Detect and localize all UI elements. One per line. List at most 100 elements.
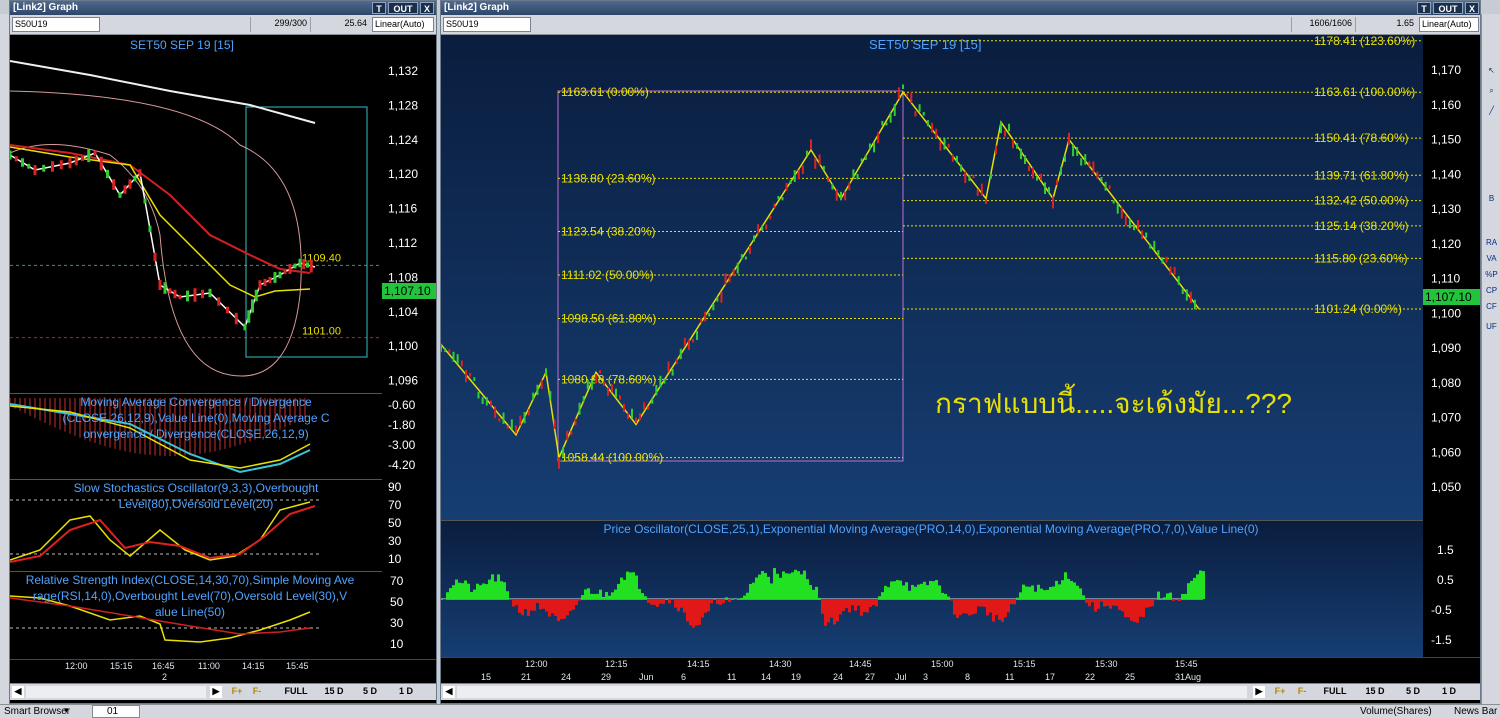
candle (21, 158, 24, 167)
osc-bar (1082, 595, 1085, 599)
scroll-left-button[interactable]: ◀ (443, 686, 455, 698)
right-price-axis[interactable]: 1,170 1,160 1,150 1,140 1,130 1,120 1,110 1,100… (1423, 35, 1480, 520)
osc-bar (491, 574, 494, 599)
tool-va[interactable]: VA (1484, 252, 1499, 266)
nav-15d[interactable]: 15 D (1361, 686, 1389, 698)
osc-bar (647, 599, 650, 603)
osc-bar (809, 585, 812, 599)
osc-tick: -0.5 (1431, 603, 1452, 617)
date-tick: 27 (865, 672, 875, 682)
date-tick: Jul (895, 672, 907, 682)
candle (805, 150, 808, 156)
osc-bar (611, 592, 614, 599)
candle (1161, 257, 1164, 264)
close-button[interactable]: X (1465, 2, 1479, 14)
candle (623, 403, 625, 412)
tool-line-icon[interactable]: ╱ (1484, 104, 1499, 118)
candle (881, 120, 884, 126)
candle (864, 154, 867, 161)
osc-bar (668, 599, 671, 604)
candle (490, 400, 492, 407)
nav-5d[interactable]: 5 D (358, 686, 382, 698)
tool-ra[interactable]: RA (1484, 236, 1499, 250)
tool-cf[interactable]: CF (1484, 300, 1499, 314)
nav-full[interactable]: FULL (1321, 686, 1349, 698)
scale-combo[interactable]: Linear(Auto) (1419, 17, 1479, 32)
price-tick: 1,160 (1431, 98, 1461, 112)
nav-full[interactable]: FULL (282, 686, 310, 698)
osc-bar (728, 599, 731, 602)
left-time-axis: 12:00 15:15 16:45 11:00 14:15 15:45 2 (10, 659, 436, 683)
osc-bar (1157, 591, 1160, 599)
t-button[interactable]: T (372, 2, 386, 14)
out-button[interactable]: OUT (388, 2, 418, 14)
osc-bar (1016, 597, 1019, 599)
smart-browser-label[interactable]: Smart Browser (4, 706, 70, 717)
macd-tick: -1.80 (388, 418, 416, 432)
tool-cursor-icon[interactable]: ↖ (1484, 64, 1499, 78)
candle (675, 358, 678, 365)
news-bar-label[interactable]: News Bar (1454, 706, 1497, 717)
tool-zoom-icon[interactable]: ⌕ (1484, 84, 1499, 98)
candle (939, 141, 942, 151)
scrollbar-track[interactable] (457, 686, 1247, 698)
nav-1d[interactable]: 1 D (1437, 686, 1461, 698)
zoom-in-icon[interactable]: F+ (228, 686, 246, 698)
candle (536, 384, 539, 396)
zoom-in-icon[interactable]: F+ (1271, 686, 1289, 698)
scale-combo[interactable]: Linear(Auto) (372, 17, 434, 32)
out-button[interactable]: OUT (1433, 2, 1463, 14)
scrollbar-track[interactable] (26, 686, 206, 698)
ma-yellow (10, 146, 311, 298)
osc-bar (1022, 584, 1025, 599)
candle (1000, 122, 1002, 134)
tool-b[interactable]: B (1484, 192, 1499, 206)
osc-bar (590, 593, 593, 599)
tool-cp[interactable]: CP (1484, 284, 1499, 298)
candle (728, 273, 731, 283)
candle (138, 169, 142, 177)
left-stoch-panel[interactable]: Slow Stochastics Oscillator(9,3,3),Overb… (10, 479, 382, 571)
chevron-down-icon[interactable]: ▾ (64, 705, 69, 716)
nav-15d[interactable]: 15 D (320, 686, 348, 698)
osc-bar (1109, 599, 1112, 609)
scroll-right-button[interactable]: ▶ (1253, 686, 1265, 698)
close-button[interactable]: X (420, 2, 434, 14)
symbol-combo[interactable]: S50U19 (12, 17, 100, 32)
zoom-out-icon[interactable]: F- (248, 686, 266, 698)
symbol-combo[interactable]: S50U19 (443, 17, 531, 32)
right-time-axis: 12:00 12:15 14:15 14:30 14:45 15:00 15:15 15:30… (441, 657, 1480, 683)
t-button[interactable]: T (1417, 2, 1431, 14)
left-rsi-panel[interactable]: Relative Strength Index(CLOSE,14,30,70),… (10, 571, 382, 659)
right-osc-panel[interactable]: Price Oscillator(CLOSE,25,1),Exponential… (441, 520, 1423, 657)
left-price-axis[interactable]: 1,132 1,128 1,124 1,120 1,116 1,112 1,108 1,104… (382, 35, 436, 393)
candle (74, 155, 78, 166)
zoom-out-icon[interactable]: F- (1293, 686, 1311, 698)
osc-bar (548, 599, 551, 617)
candle (553, 419, 556, 429)
right-window-title[interactable]: [Link2] Graph (441, 1, 1480, 15)
osc-bar (1091, 599, 1094, 603)
osc-bar (764, 573, 767, 599)
right-price-plot[interactable]: SET50 SEP 19 [15] 1163.61 (0.00%) 1138.80 … (441, 35, 1423, 520)
osc-bar (905, 582, 908, 599)
candle (765, 224, 768, 230)
candle (1068, 132, 1070, 145)
nav-5d[interactable]: 5 D (1401, 686, 1425, 698)
osc-bar (1199, 570, 1202, 599)
nav-1d[interactable]: 1 D (394, 686, 418, 698)
osc-bar (863, 599, 866, 612)
workspace-tab[interactable]: 01 (92, 705, 140, 718)
left-macd-panel[interactable]: Moving Average Convergence / Divergence (… (10, 393, 382, 479)
tool-uf[interactable]: UF (1484, 320, 1499, 334)
osc-bar (1061, 580, 1064, 599)
stoch-tick: 50 (388, 516, 402, 530)
left-price-plot[interactable]: SET50 SEP 19 [15] 1109.40 1101.00 (10, 35, 382, 393)
scroll-right-button[interactable]: ▶ (210, 686, 222, 698)
candle (683, 337, 686, 346)
osc-bar (1052, 586, 1055, 599)
scroll-left-button[interactable]: ◀ (12, 686, 24, 698)
stoch-label: Slow Stochastics Oscillator(9,3,3),Overb… (74, 481, 319, 495)
time-tick: 14:45 (849, 659, 872, 669)
tool-p[interactable]: %P (1484, 268, 1499, 282)
